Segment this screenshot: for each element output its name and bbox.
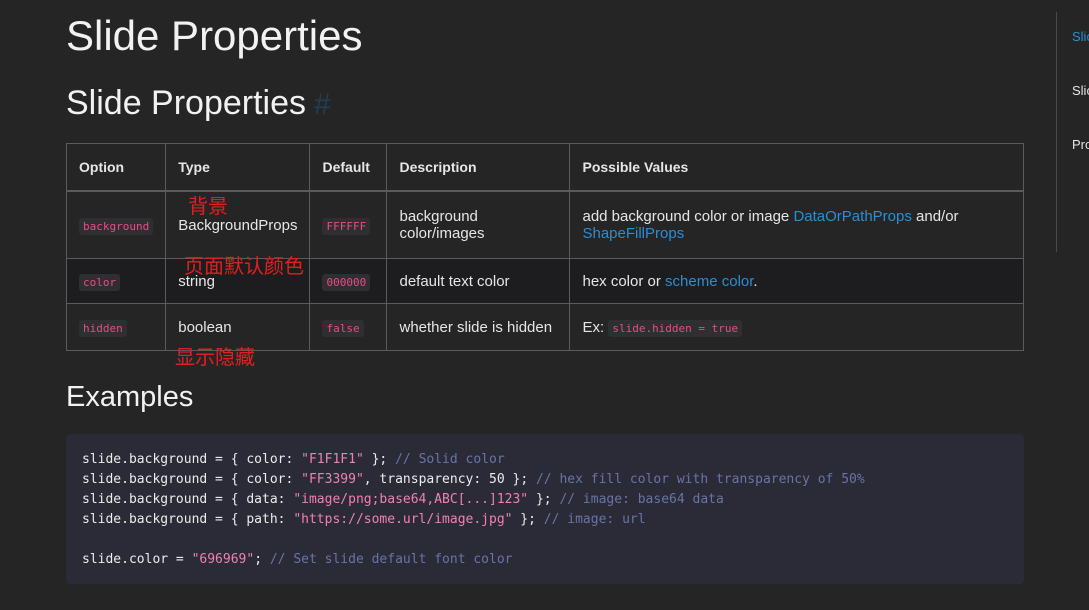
code-string: "https://some.url/image.jpg"	[293, 512, 513, 527]
code-example-block: slide.background = { color: "F1F1F1" }; …	[66, 434, 1024, 584]
code-text: };	[512, 512, 544, 527]
cell-possible-values: add background color or image DataOrPath…	[569, 190, 1024, 259]
slide-properties-table: Option Type Default Description Possible…	[65, 143, 1024, 351]
table-of-contents: Slic Slic Pro	[1056, 12, 1089, 252]
cell-option: color	[65, 258, 167, 304]
section-heading-text: Slide Properties	[66, 84, 307, 122]
default-code: false	[322, 319, 364, 337]
code-text: ;	[254, 552, 270, 567]
code-string: "FF3399"	[301, 472, 364, 487]
annotation-background: 背景	[188, 194, 228, 218]
values-text: Ex:	[582, 318, 609, 336]
column-header-type: Type	[165, 143, 311, 192]
values-text: add background color or image	[582, 208, 794, 225]
values-text: .	[753, 272, 758, 290]
code-text: };	[528, 492, 560, 507]
toc-item-slide-properties[interactable]: Slic	[1072, 29, 1089, 44]
code-comment: // Solid color	[395, 452, 505, 467]
code-text: slide.background = { color:	[82, 452, 302, 467]
cell-default: 000000	[309, 258, 388, 304]
column-header-description: Description	[386, 143, 571, 192]
data-or-path-props-link[interactable]: DataOrPathProps	[793, 208, 911, 225]
column-header-default: Default	[309, 143, 388, 192]
default-code: 000000	[322, 273, 371, 291]
cell-option: background	[65, 190, 167, 259]
code-comment: // Set slide default font color	[269, 552, 513, 567]
example-inline-code: slide.hidden = true	[608, 319, 743, 337]
code-text: slide.background = { path:	[82, 512, 294, 527]
code-string: "image/png;base64,ABC[...]123"	[293, 492, 529, 507]
toc-item-properties[interactable]: Pro	[1072, 137, 1089, 152]
cell-possible-values: Ex: slide.hidden = true	[569, 303, 1024, 351]
option-code: background	[79, 217, 154, 235]
option-code: color	[79, 273, 121, 291]
annotation-color: 页面默认颜色	[184, 254, 304, 278]
page-title: Slide Properties	[66, 12, 363, 59]
code-comment: // hex fill color with transparency of 5…	[535, 472, 865, 487]
cell-option: hidden	[65, 303, 167, 351]
scheme-color-link[interactable]: scheme color	[665, 273, 753, 290]
cell-possible-values: hex color or scheme color.	[569, 258, 1024, 304]
default-code: FFFFFF	[322, 217, 371, 235]
shape-fill-props-link[interactable]: ShapeFillProps	[582, 225, 684, 242]
heading-anchor-link[interactable]: #	[314, 88, 331, 121]
code-text: };	[363, 452, 396, 467]
code-comment: // image: url	[543, 512, 646, 527]
code-string: "696969"	[191, 552, 255, 567]
code-line: slide.background = { color: "F1F1F1" }; …	[82, 452, 505, 467]
code-line: slide.color = "696969"; // Set slide def…	[82, 552, 513, 567]
cell-description: whether slide is hidden	[386, 303, 571, 351]
code-line: slide.background = { color: "FF3399", tr…	[82, 472, 865, 487]
annotation-hidden: 显示隐藏	[175, 345, 255, 369]
code-comment: // image: base64 data	[559, 492, 724, 507]
cell-default: FFFFFF	[309, 190, 388, 259]
cell-description: default text color	[386, 258, 571, 304]
toc-item-slide[interactable]: Slic	[1072, 83, 1089, 98]
code-text: slide.background = { data:	[82, 492, 294, 507]
code-text: , transparency: 50 };	[363, 472, 536, 487]
code-text: slide.background = { color:	[82, 472, 302, 487]
code-line: slide.background = { path: "https://some…	[82, 512, 646, 527]
examples-heading: Examples	[66, 381, 194, 413]
code-line: slide.background = { data: "image/png;ba…	[82, 492, 724, 507]
code-text: slide.color =	[82, 552, 192, 567]
cell-description: background color/images	[386, 190, 571, 259]
option-code: hidden	[79, 319, 127, 337]
values-text: and/or	[911, 208, 959, 225]
cell-default: false	[309, 303, 388, 351]
code-string: "F1F1F1"	[301, 452, 364, 467]
table-header-row: Option Type Default Description Possible…	[65, 143, 1024, 192]
column-header-option: Option	[65, 143, 167, 192]
section-heading: Slide Properties #	[66, 84, 331, 123]
values-text: hex color or	[582, 272, 666, 290]
column-header-possible-values: Possible Values	[569, 143, 1024, 192]
